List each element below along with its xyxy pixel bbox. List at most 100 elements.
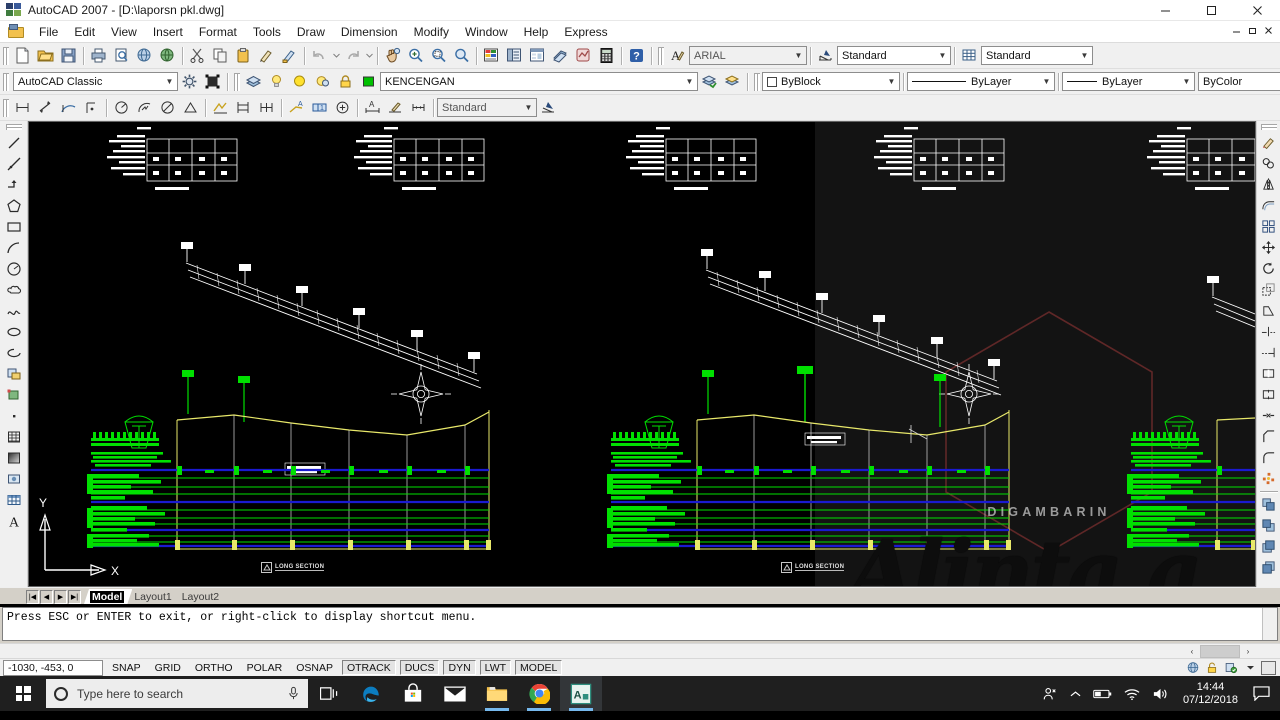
line-icon[interactable] [3,132,25,153]
ellipse-icon[interactable] [3,321,25,342]
join-icon[interactable] [1258,405,1280,426]
extend-icon[interactable] [1258,342,1280,363]
chevron-down-icon[interactable]: ▼ [935,47,950,64]
wifi-icon[interactable] [1118,676,1146,711]
properties-icon[interactable] [480,45,503,67]
microphone-icon[interactable] [287,686,300,701]
multiline-text-icon[interactable]: A [3,510,25,531]
status-toggle-otrack[interactable]: OTRACK [341,660,396,675]
color-combo[interactable]: ByBlock ▼ [762,72,900,91]
matchprop-icon[interactable] [255,45,278,67]
text-style-combo[interactable]: ARIAL ▼ [689,46,807,65]
doc-restore-button[interactable] [1244,22,1260,38]
dimension-toolbar-grip[interactable] [2,98,9,118]
horizontal-scrollbar[interactable]: ‹ › [0,643,1280,658]
status-toggle-osnap[interactable]: OSNAP [291,660,338,675]
toolbar-grip[interactable] [2,46,9,66]
hatch-icon[interactable] [3,426,25,447]
dimension-style-combo[interactable]: Standard ▼ [837,46,951,65]
coordinates-display[interactable]: -1030, -453, 0 [3,659,103,676]
jogged-dimension-icon[interactable] [133,97,156,119]
properties-toolbar-grip[interactable] [753,72,760,92]
zoom-previous-icon[interactable] [450,45,473,67]
explode-icon[interactable] [1258,468,1280,489]
plot-preview-icon[interactable] [110,45,133,67]
chevron-down-icon[interactable]: ▼ [682,73,697,90]
minimize-button[interactable] [1142,0,1188,21]
workspaces-toolbar-grip[interactable] [2,72,9,92]
revision-cloud-icon[interactable] [3,279,25,300]
table-style-combo[interactable]: Standard ▼ [981,46,1093,65]
status-toggle-snap[interactable]: SNAP [107,660,146,675]
layers-toolbar-grip[interactable] [233,72,240,92]
quick-leader-icon[interactable]: A [285,97,308,119]
rotate-icon[interactable] [1258,258,1280,279]
doc-close-button[interactable] [1260,22,1276,38]
next-layout-button[interactable]: ▶ [54,590,67,604]
dimension-style-manager-icon[interactable] [537,97,560,119]
tab-model[interactable]: Model [84,589,132,604]
battery-icon[interactable] [1087,676,1118,711]
menu-view[interactable]: View [103,23,145,41]
cut-icon[interactable] [186,45,209,67]
layer-properties-icon[interactable] [242,71,265,93]
ordinate-dimension-icon[interactable] [80,97,103,119]
copy-icon[interactable] [209,45,232,67]
calculator-icon[interactable] [595,45,618,67]
chevron-down-icon[interactable]: ▼ [162,73,177,90]
fillet-icon[interactable] [1258,447,1280,468]
chamfer-icon[interactable] [1258,426,1280,447]
show-hidden-icons-chevron[interactable] [1064,676,1087,711]
dimension-edit-icon[interactable]: A [361,97,384,119]
menu-insert[interactable]: Insert [145,23,191,41]
scroll-left-arrow-icon[interactable]: ‹ [1184,644,1200,658]
draworder-above-icon[interactable] [1258,536,1280,557]
array-icon[interactable] [1258,216,1280,237]
scale-icon[interactable] [1258,279,1280,300]
polygon-icon[interactable] [3,195,25,216]
toolpalettes-icon[interactable] [526,45,549,67]
mirror-icon[interactable] [1258,174,1280,195]
chevron-down-icon[interactable]: ▼ [791,47,806,64]
workspace-settings-icon[interactable] [178,71,201,93]
arc-icon[interactable] [3,237,25,258]
chevron-down-icon[interactable]: ▼ [1039,73,1054,90]
draw-toolbar-grip[interactable] [5,123,23,130]
baseline-dimension-icon[interactable] [232,97,255,119]
aligned-dimension-icon[interactable] [34,97,57,119]
rectangle-icon[interactable] [3,216,25,237]
scroll-thumb[interactable] [1200,644,1240,658]
dimension-style-toolbar-combo[interactable]: Standard ▼ [437,98,537,117]
quick-dimension-icon[interactable] [209,97,232,119]
volume-icon[interactable] [1146,676,1175,711]
offset-icon[interactable] [1258,195,1280,216]
break-at-point-icon[interactable] [1258,384,1280,405]
draworder-back-icon[interactable] [1258,515,1280,536]
menu-edit[interactable]: Edit [66,23,103,41]
close-button[interactable] [1234,0,1280,21]
redo-dropdown-icon[interactable] [364,45,374,67]
edge-icon[interactable] [350,676,392,711]
menu-tools[interactable]: Tools [245,23,289,41]
status-toggle-lwt[interactable]: LWT [479,660,512,675]
status-toggle-ortho[interactable]: ORTHO [190,660,238,675]
move-icon[interactable] [1258,237,1280,258]
stretch-icon[interactable] [1258,300,1280,321]
undo-dropdown-icon[interactable] [331,45,341,67]
open-icon[interactable] [34,45,57,67]
help-icon[interactable]: ? [625,45,648,67]
previous-layout-button[interactable]: ◀ [40,590,53,604]
dimension-text-edit-icon[interactable] [384,97,407,119]
erase-icon[interactable] [1258,132,1280,153]
lineweight-combo[interactable]: ByLayer ▼ [1062,72,1195,91]
tab-layout1[interactable]: Layout1 [128,589,179,604]
menu-file[interactable]: File [31,23,66,41]
plotstyle-combo[interactable]: ByColor ▼ [1198,72,1280,91]
tab-layout2[interactable]: Layout2 [176,589,227,604]
taskbar-clock[interactable]: 14:44 07/12/2018 [1175,681,1246,707]
markup-icon[interactable] [572,45,595,67]
draworder-below-icon[interactable] [1258,557,1280,578]
chevron-down-icon[interactable]: ▼ [521,99,536,116]
microsoft-store-icon[interactable] [392,676,434,711]
chevron-down-icon[interactable]: ▼ [1179,73,1194,90]
